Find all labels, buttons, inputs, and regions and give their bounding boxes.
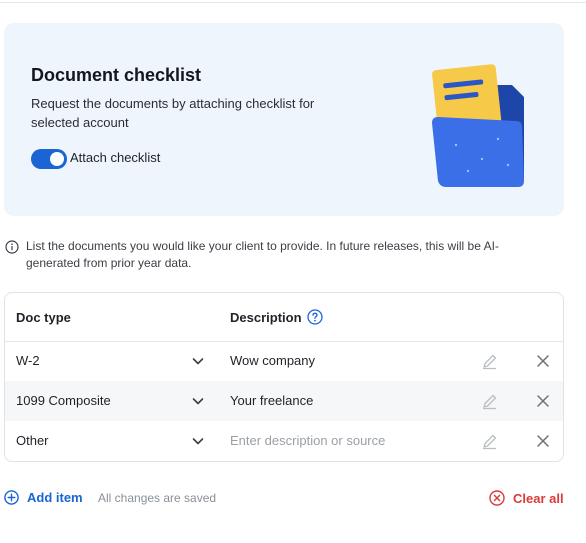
doc-type-select[interactable]: 1099 Composite xyxy=(16,393,111,408)
table-row: W-2 Wow company xyxy=(5,341,563,381)
top-divider xyxy=(0,2,586,3)
info-icon xyxy=(5,240,19,254)
chevron-down-icon[interactable] xyxy=(191,394,205,408)
description-input[interactable]: Enter description or source xyxy=(230,433,385,448)
table-header: Doc type Description xyxy=(5,293,563,342)
attach-checklist-label: Attach checklist xyxy=(70,150,161,165)
description-field[interactable]: Your freelance xyxy=(230,393,313,408)
close-icon[interactable] xyxy=(536,394,550,408)
clear-circle-icon[interactable] xyxy=(489,490,505,506)
folder-illustration xyxy=(432,64,524,187)
plus-circle-icon[interactable] xyxy=(4,490,19,505)
table-row: 1099 Composite Your freelance xyxy=(5,381,563,421)
chevron-down-icon[interactable] xyxy=(191,354,205,368)
pencil-icon[interactable] xyxy=(481,393,498,410)
doc-type-select[interactable]: W-2 xyxy=(16,353,40,368)
card-title: Document checklist xyxy=(31,65,202,85)
save-status: All changes are saved xyxy=(98,491,217,505)
document-table: Doc type Description W-2 Wow company 109… xyxy=(4,292,564,462)
close-icon[interactable] xyxy=(536,434,550,448)
table-row: Other Enter description or source xyxy=(5,421,563,461)
document-checklist-card: Document checklist Request the documents… xyxy=(4,23,564,216)
attach-checklist-toggle[interactable] xyxy=(31,149,67,169)
doc-type-header: Doc type xyxy=(16,310,71,325)
description-field[interactable]: Wow company xyxy=(230,353,315,368)
add-item-button[interactable]: Add item xyxy=(27,490,83,505)
chevron-down-icon[interactable] xyxy=(191,434,205,448)
info-message: List the documents you would like your c… xyxy=(26,239,499,270)
pencil-icon[interactable] xyxy=(481,433,498,450)
card-description: Request the documents by attaching check… xyxy=(31,96,315,130)
clear-all-button[interactable]: Clear all xyxy=(513,491,564,506)
close-icon[interactable] xyxy=(536,354,550,368)
description-header: Description xyxy=(230,310,302,325)
help-icon[interactable] xyxy=(307,309,323,325)
pencil-icon[interactable] xyxy=(481,353,498,370)
doc-type-select[interactable]: Other xyxy=(16,433,49,448)
